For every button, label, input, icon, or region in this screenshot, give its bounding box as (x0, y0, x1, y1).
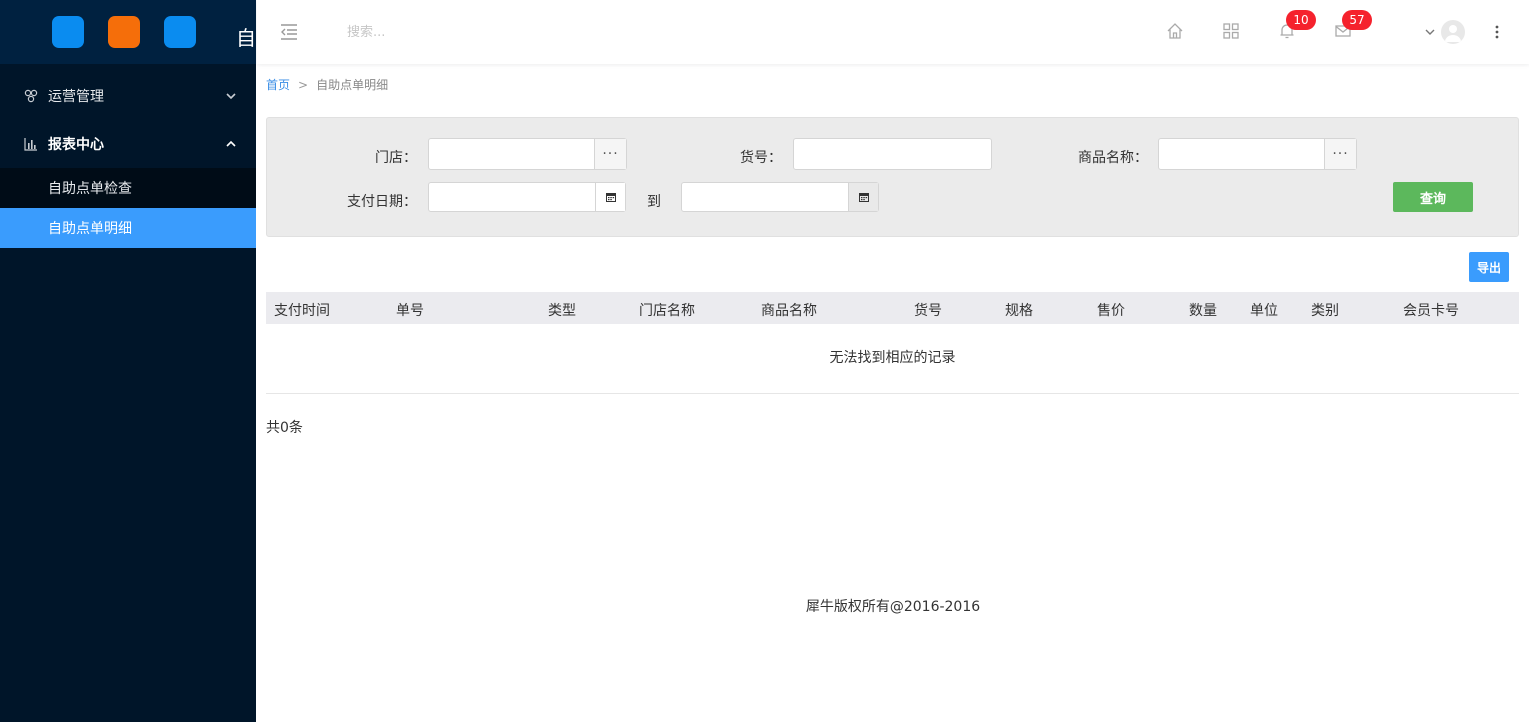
column-header[interactable]: 数量 (1189, 300, 1217, 320)
cluster-icon (24, 89, 38, 103)
pay-date-label: 支付日期： (347, 194, 417, 210)
column-header[interactable]: 类型 (548, 300, 576, 320)
menu-group-reports-label: 报表中心 (48, 137, 104, 153)
column-header[interactable]: 售价 (1097, 300, 1125, 320)
menu-fold-icon[interactable] (279, 22, 299, 42)
column-header[interactable]: 门店名称 (639, 300, 695, 320)
user-chevron-down-icon[interactable] (1424, 26, 1436, 38)
footer-copyright: 犀牛版权所有@2016-2016 (805, 599, 981, 615)
calendar-icon[interactable] (595, 183, 625, 211)
menu-group-operations-label: 运营管理 (48, 89, 104, 105)
app-logo-orange (108, 16, 140, 48)
pay-date-end-field (681, 182, 879, 212)
calendar-icon[interactable] (848, 183, 878, 211)
column-header[interactable]: 单位 (1250, 300, 1278, 320)
column-header[interactable]: 支付时间 (274, 300, 330, 320)
column-header[interactable]: 会员卡号 (1403, 300, 1459, 320)
notifications-badge: 10 (1286, 10, 1316, 30)
app-logo-blue-2 (164, 16, 196, 48)
store-label: 门店： (375, 150, 417, 166)
top-header: 10 57 (257, 0, 1529, 64)
store-field: ··· (428, 138, 627, 170)
filter-panel: 门店： ··· 货号： 商品名称： ··· 支付日期： 到 查询 (266, 117, 1519, 237)
product-picker-button[interactable]: ··· (1324, 139, 1356, 169)
chevron-down-icon (226, 93, 236, 100)
sidebar-logo-area: 自 (0, 0, 256, 64)
chevron-up-icon (226, 140, 236, 147)
app-logo-blue (52, 16, 84, 48)
column-header[interactable]: 单号 (396, 300, 424, 320)
product-name-field: ··· (1158, 138, 1357, 170)
search-input[interactable] (347, 22, 547, 42)
home-icon[interactable] (1166, 22, 1184, 40)
breadcrumb-home-link[interactable]: 首页 (266, 78, 290, 92)
column-header[interactable]: 货号 (914, 300, 942, 320)
user-icon (1445, 25, 1461, 42)
sidebar-brand-text: 自 (236, 26, 256, 50)
table-header: 支付时间 单号 类型 门店名称 商品名称 货号 规格 售价 数量 单位 类别 会… (266, 292, 1519, 324)
query-button[interactable]: 查询 (1393, 182, 1473, 212)
apps-grid-icon[interactable] (1222, 22, 1240, 40)
messages-badge: 57 (1342, 10, 1372, 30)
pay-date-start-field (428, 182, 626, 212)
avatar[interactable] (1441, 20, 1465, 44)
product-name-label: 商品名称： (1078, 150, 1148, 166)
item-no-label: 货号： (740, 150, 782, 166)
submenu-reports: 自助点单检查 自助点单明细 (0, 168, 256, 248)
menu-group-operations[interactable]: 运营管理 (0, 72, 256, 120)
more-vertical-icon[interactable] (1489, 22, 1505, 42)
breadcrumb: 首页 > 自助点单明细 (266, 76, 388, 93)
submenu-item-order-check[interactable]: 自助点单检查 (0, 168, 256, 208)
column-header[interactable]: 规格 (1005, 300, 1033, 320)
bar-chart-icon (24, 137, 38, 151)
total-count: 共0条 (266, 420, 303, 436)
submenu-item-order-detail[interactable]: 自助点单明细 (0, 208, 256, 248)
to-label: 到 (647, 194, 661, 210)
sidebar: 自 运营管理 报表中心 自助点单检查 自助点单明细 (0, 0, 256, 722)
item-no-input[interactable] (794, 139, 991, 169)
item-no-field (793, 138, 992, 170)
menu-group-reports[interactable]: 报表中心 (0, 120, 256, 168)
breadcrumb-separator: > (298, 78, 309, 92)
breadcrumb-current: 自助点单明细 (316, 78, 389, 92)
table-empty-row: 无法找到相应的记录 (266, 324, 1519, 394)
column-header[interactable]: 类别 (1311, 300, 1339, 320)
store-picker-button[interactable]: ··· (594, 139, 626, 169)
column-header[interactable]: 商品名称 (761, 300, 817, 320)
export-button[interactable]: 导出 (1469, 252, 1509, 282)
